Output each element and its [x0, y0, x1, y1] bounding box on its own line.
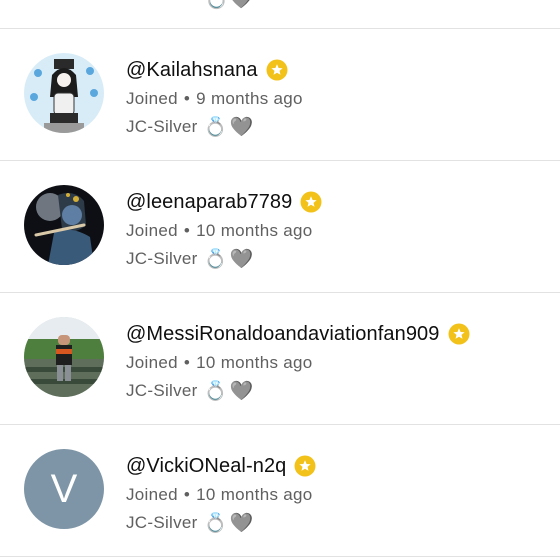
level-label: JC-Silver — [126, 249, 198, 268]
separator-dot: • — [183, 221, 191, 240]
avatar-letter: V — [50, 466, 78, 511]
ring-icon: 💍 — [203, 116, 228, 138]
heart-icon: 🩶 — [229, 380, 254, 402]
member-handle[interactable]: @VickiONeal-n2q — [126, 455, 286, 478]
joined-label: Joined — [126, 221, 178, 240]
membership-level: JC-Silver 💍 🩶 — [126, 245, 322, 273]
separator-dot: • — [183, 485, 191, 504]
separator-dot: • — [183, 353, 191, 372]
avatar[interactable] — [24, 53, 104, 133]
level-label: JC-Silver — [126, 117, 198, 136]
joined-label: Joined — [126, 353, 178, 372]
verified-badge-icon — [448, 323, 470, 345]
avatar[interactable] — [24, 317, 104, 397]
joined-date: Joined • 10 months ago — [126, 217, 322, 245]
joined-label: Joined — [126, 485, 178, 504]
joined-date: Joined • 9 months ago — [126, 85, 303, 113]
joined-label: Joined — [126, 89, 178, 108]
membership-level: JC-Silver 💍 🩶 — [126, 377, 470, 405]
joined-time: 9 months ago — [196, 89, 303, 108]
stadium-photo-avatar-icon — [24, 317, 104, 397]
ring-icon: 💍 — [203, 512, 228, 534]
member-row[interactable]: @MessiRonaldoandaviationfan909 Joined • 10… — [0, 293, 560, 425]
joined-time: 10 months ago — [196, 353, 313, 372]
ring-icon: 💍 — [204, 0, 229, 10]
joined-date: Joined • 10 months ago — [126, 349, 470, 377]
level-label: JC-Silver — [126, 513, 198, 532]
heart-icon: 🩶 — [229, 116, 254, 138]
verified-badge-icon — [300, 191, 322, 213]
previous-member-row-partial: 💍🩶 — [0, 0, 560, 29]
membership-level: JC-Silver 💍 🩶 — [126, 509, 316, 537]
avatar[interactable]: V — [24, 449, 104, 529]
ring-icon: 💍 — [203, 248, 228, 270]
member-row[interactable]: @leenaparab7789 Joined • 10 months ago JC-… — [0, 161, 560, 293]
joined-date: Joined • 10 months ago — [126, 481, 316, 509]
member-handle[interactable]: @MessiRonaldoandaviationfan909 — [126, 323, 440, 346]
member-handle[interactable]: @leenaparab7789 — [126, 191, 292, 214]
previous-member-badges: 💍🩶 — [204, 0, 254, 8]
membership-level: JC-Silver 💍 🩶 — [126, 113, 303, 141]
anime-girl-avatar-icon — [24, 53, 104, 133]
krishna-flute-avatar-icon — [24, 185, 104, 265]
joined-time: 10 months ago — [196, 485, 313, 504]
heart-icon: 🩶 — [229, 248, 254, 270]
ring-icon: 💍 — [203, 380, 228, 402]
verified-badge-icon — [266, 59, 288, 81]
member-handle[interactable]: @Kailahsnana — [126, 59, 258, 82]
avatar[interactable] — [24, 185, 104, 265]
separator-dot: • — [183, 89, 191, 108]
member-row[interactable]: @Kailahsnana Joined • 9 months ago JC-Silv… — [0, 29, 560, 161]
joined-time: 10 months ago — [196, 221, 313, 240]
member-row[interactable]: V @VickiONeal-n2q Joined • 10 months ago J… — [0, 425, 560, 557]
level-label: JC-Silver — [126, 381, 198, 400]
heart-icon: 🩶 — [229, 512, 254, 534]
verified-badge-icon — [294, 455, 316, 477]
heart-icon: 🩶 — [229, 0, 254, 10]
